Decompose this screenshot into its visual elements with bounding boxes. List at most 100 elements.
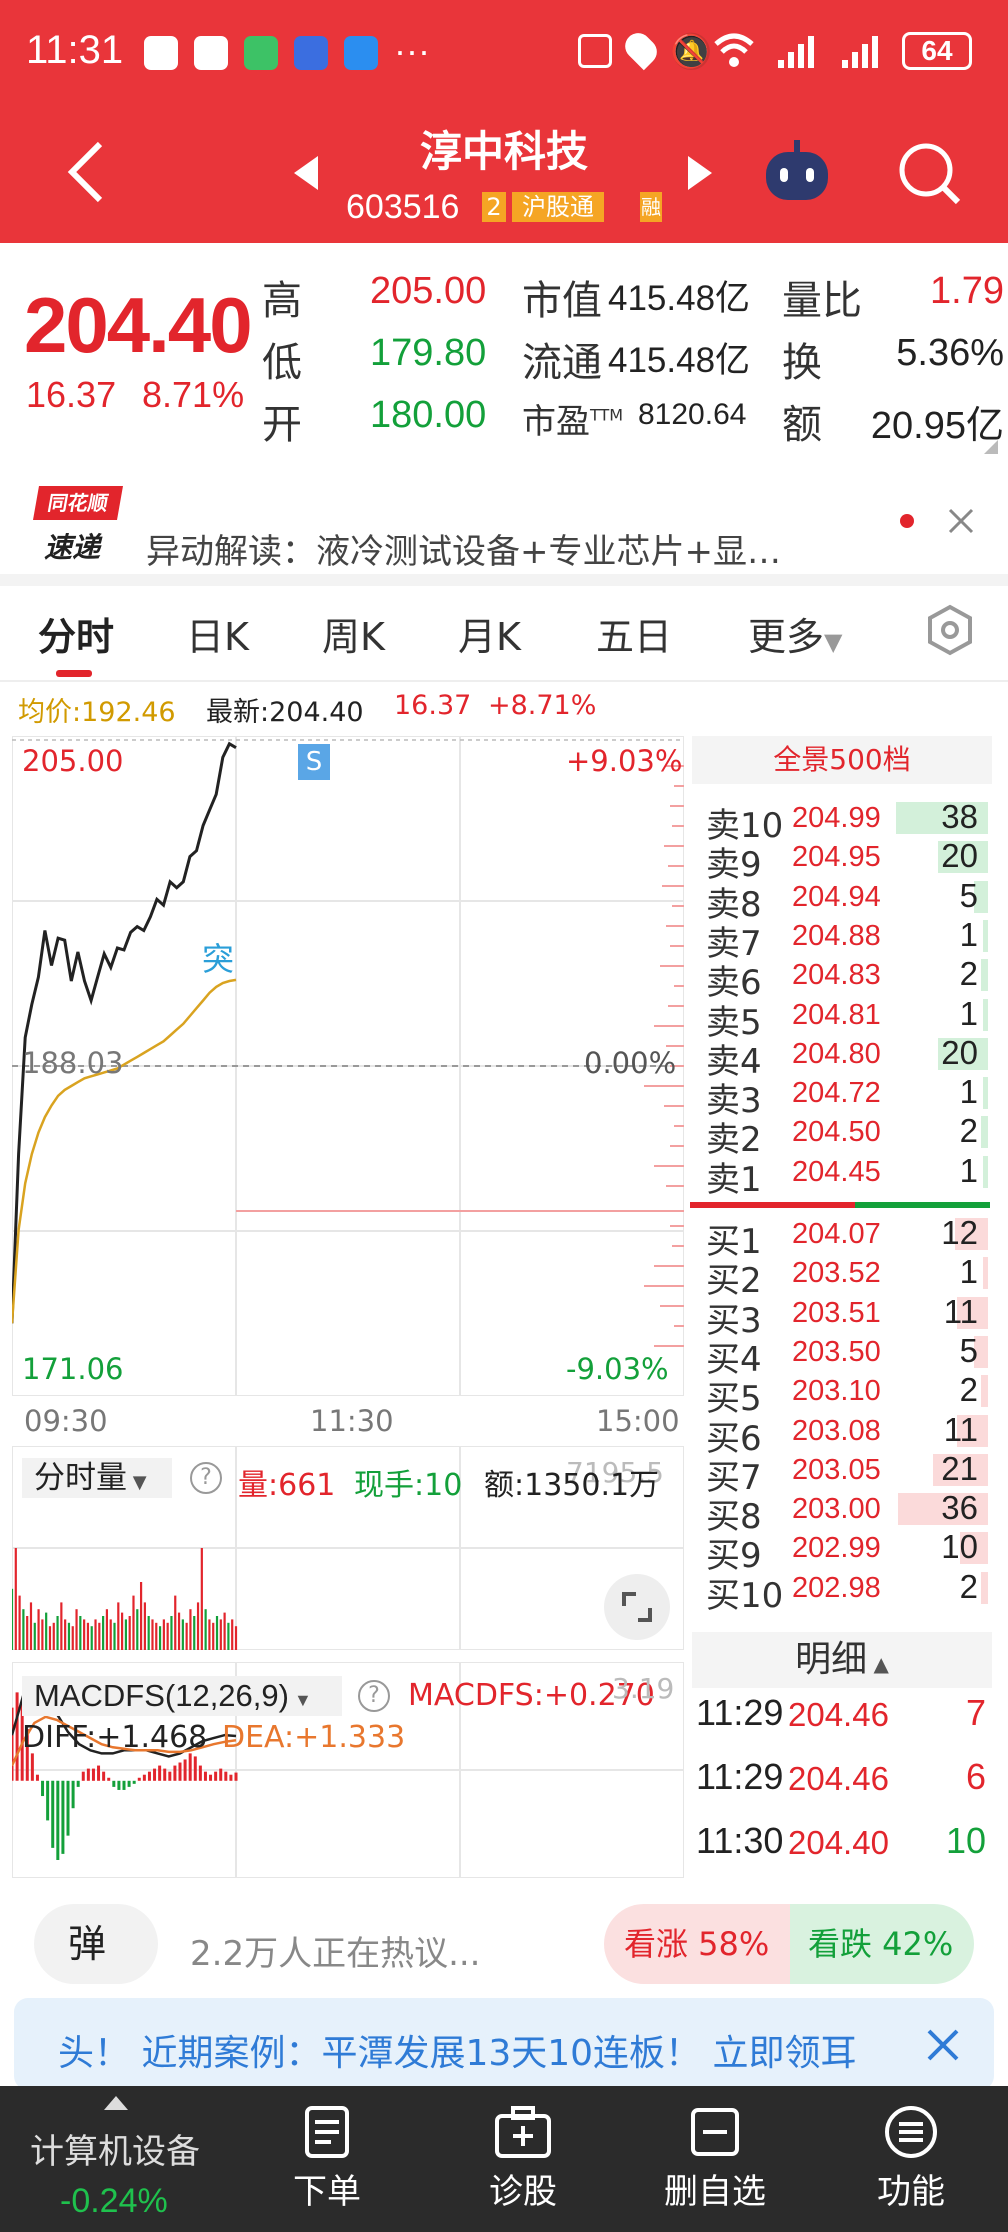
trade-price: 204.40 [788, 1824, 889, 1861]
app-notification-icon [294, 36, 328, 70]
orderbook-row[interactable]: 卖2 204.50 2 [706, 1112, 988, 1160]
order-price: 202.99 [792, 1532, 881, 1565]
order-price: 204.07 [792, 1218, 881, 1250]
help-icon[interactable]: ? [358, 1680, 390, 1712]
orderbook-row[interactable]: 买9 202.99 10 [706, 1528, 988, 1576]
next-stock-icon[interactable] [688, 156, 712, 190]
order-price: 202.98 [792, 1571, 881, 1604]
trade-time: 11:29 [696, 1756, 784, 1797]
trade-time: 11:29 [696, 1692, 784, 1733]
orderbook-row[interactable]: 买6 203.08 11 [706, 1411, 988, 1459]
low-value: 179.80 [370, 332, 487, 374]
tab-more[interactable]: 更多▼ [748, 606, 842, 661]
price-change: 16.37 [26, 374, 117, 415]
nav-order[interactable]: 下单 [262, 2104, 392, 2213]
orderbook-row[interactable]: 卖7 204.88 1 [706, 916, 988, 964]
orderbook-row[interactable]: 买7 203.05 21 [706, 1450, 988, 1498]
order-volume: 12 [941, 1214, 978, 1251]
tab-monthly-k[interactable]: 月K [458, 606, 521, 661]
avg-price: 均价:192.46 [18, 697, 176, 728]
pe-value: 8120.64 [638, 398, 747, 431]
orderbook-row[interactable]: 卖8 204.94 5 [706, 876, 988, 925]
ai-robot-icon[interactable] [762, 140, 832, 206]
close-icon[interactable] [926, 2028, 960, 2062]
weibo-icon [144, 36, 178, 70]
orderbook-row[interactable]: 买5 203.10 2 [706, 1371, 988, 1419]
tab-daily-k[interactable]: 日K [186, 606, 249, 661]
expand-corner-icon[interactable] [984, 440, 998, 454]
tab-five-day[interactable]: 五日 [596, 606, 672, 661]
time-axis-end: 15:00 [596, 1404, 680, 1438]
volume-ratio-value: 1.79 [930, 270, 1004, 312]
orderbook-row[interactable]: 卖6 204.83 2 [706, 955, 988, 1003]
bullish-vote-button[interactable]: 看涨 58% [604, 1904, 790, 1984]
pe-label: 市盈TTM [522, 402, 624, 442]
orderbook-row[interactable]: 买4 203.50 5 [706, 1331, 988, 1380]
sell-signal-flag[interactable]: S [298, 744, 330, 780]
news-bar[interactable]: 同花顺 速递 异动解读：液冷测试设备+专业芯片+显… [0, 468, 1008, 572]
orderbook-row[interactable]: 卖9 204.95 20 [706, 837, 988, 885]
trade-volume: 6 [965, 1756, 986, 1797]
order-volume-bar [983, 998, 988, 1031]
time-axis-mid: 11:30 [310, 1404, 394, 1438]
bearish-vote-button[interactable]: 看跌 42% [790, 1904, 974, 1984]
trade-time: 11:30 [696, 1820, 784, 1861]
orderbook-row[interactable]: 卖3 204.72 1 [706, 1073, 988, 1121]
latest-change-pct: +8.71% [488, 690, 597, 721]
tab-intraday[interactable]: 分时 [38, 606, 114, 661]
orderbook-row[interactable]: 卖5 204.81 1 [706, 995, 988, 1043]
trade-row: 11:29 204.46 7 [692, 1692, 992, 1733]
open-label: 开 [262, 402, 302, 448]
orderbook-500-button[interactable]: 全景500档 [692, 736, 992, 784]
order-price: 204.83 [792, 959, 881, 992]
orderbook-row[interactable]: 买1 204.07 12 [706, 1214, 988, 1262]
open-value: 180.00 [370, 394, 487, 436]
fullscreen-button[interactable] [604, 1574, 670, 1640]
message-icon [344, 36, 378, 70]
order-volume-bar [981, 1116, 988, 1149]
orderbook-row[interactable]: 买3 203.51 11 [706, 1293, 988, 1341]
sector-name[interactable]: 计算机设备 [30, 2124, 200, 2173]
order-price: 204.72 [792, 1077, 881, 1110]
search-icon[interactable] [896, 140, 962, 206]
order-volume-bar [981, 959, 988, 992]
margin-badge: 融 [640, 192, 662, 222]
discussion-count[interactable]: 2.2万人正在热议... [190, 1926, 481, 1975]
breakout-flag[interactable]: 突 [202, 934, 234, 980]
remove-watchlist-icon [691, 2108, 739, 2156]
nav-remove-watchlist[interactable]: 删自选 [650, 2104, 780, 2213]
chart-top-price: 205.00 [22, 744, 124, 778]
float-cap-value: 415.48亿 [608, 341, 751, 380]
nav-functions[interactable]: 功能 [846, 2104, 976, 2213]
latest-change: 16.37 [394, 690, 472, 721]
macd-selector[interactable]: MACDFS(12,26,9) ▼ [22, 1676, 342, 1716]
order-level-label: 买10 [706, 1575, 784, 1616]
orderbook-row[interactable]: 买8 203.00 36 [706, 1489, 988, 1537]
turnover-label: 换 [782, 340, 822, 386]
location-icon [619, 27, 663, 71]
order-volume: 5 [959, 1331, 978, 1369]
chevron-up-icon: ▲ [867, 1652, 889, 1676]
order-volume: 5 [959, 876, 978, 914]
orderbook-row[interactable]: 卖4 204.80 20 [706, 1034, 988, 1082]
orderbook-row[interactable]: 卖10 204.99 38 [706, 798, 988, 846]
nav-order-label: 下单 [293, 2172, 361, 2212]
orderbook-row[interactable]: 买2 203.52 1 [706, 1253, 988, 1301]
orderbook-row[interactable]: 卖1 204.45 1 [706, 1152, 988, 1200]
order-volume: 2 [959, 1371, 978, 1409]
volume-selector[interactable]: 分时量 ▼ [22, 1458, 172, 1498]
detail-header[interactable]: 明细 ▲ [692, 1632, 992, 1688]
nav-diagnose[interactable]: 诊股 [458, 2104, 588, 2213]
wifi-icon [714, 33, 754, 67]
order-volume: 1 [959, 1073, 978, 1111]
sector-change: -0.24% [60, 2182, 168, 2220]
danmu-toggle[interactable]: 弹 [34, 1904, 158, 1984]
tab-weekly-k[interactable]: 周K [322, 606, 385, 661]
expand-up-icon[interactable] [104, 2096, 128, 2110]
promo-banner[interactable]: 头！ 近期案例：平潭发展13天10连板！ 立即领耳 [14, 1998, 994, 2090]
help-icon[interactable]: ? [190, 1462, 222, 1494]
wechat-icon [244, 36, 278, 70]
orderbook-row[interactable]: 买10 202.98 2 [706, 1568, 988, 1616]
close-icon[interactable] [948, 508, 974, 534]
settings-hexagon-icon[interactable] [924, 604, 976, 656]
